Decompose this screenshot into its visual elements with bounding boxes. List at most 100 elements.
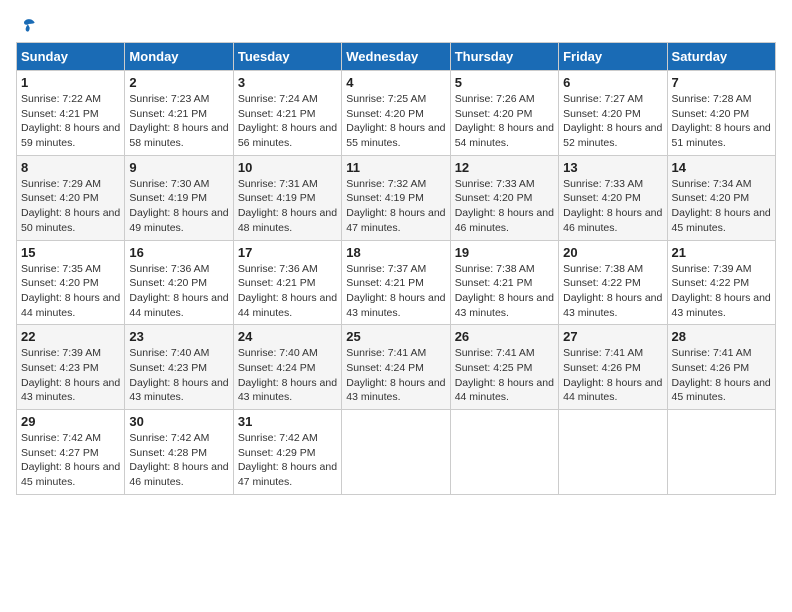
calendar-cell: 12 Sunrise: 7:33 AM Sunset: 4:20 PM Dayl… bbox=[450, 155, 558, 240]
day-number: 8 bbox=[21, 160, 120, 175]
calendar-cell bbox=[342, 410, 450, 495]
day-info: Sunrise: 7:29 AM Sunset: 4:20 PM Dayligh… bbox=[21, 177, 120, 236]
day-info: Sunrise: 7:41 AM Sunset: 4:26 PM Dayligh… bbox=[563, 346, 662, 405]
day-number: 4 bbox=[346, 75, 445, 90]
calendar-cell: 26 Sunrise: 7:41 AM Sunset: 4:25 PM Dayl… bbox=[450, 325, 558, 410]
day-number: 17 bbox=[238, 245, 337, 260]
day-info: Sunrise: 7:33 AM Sunset: 4:20 PM Dayligh… bbox=[455, 177, 554, 236]
logo bbox=[16, 16, 38, 32]
day-info: Sunrise: 7:42 AM Sunset: 4:28 PM Dayligh… bbox=[129, 431, 228, 490]
day-number: 25 bbox=[346, 329, 445, 344]
calendar-cell bbox=[559, 410, 667, 495]
calendar-table: SundayMondayTuesdayWednesdayThursdayFrid… bbox=[16, 42, 776, 495]
day-number: 29 bbox=[21, 414, 120, 429]
day-number: 14 bbox=[672, 160, 771, 175]
day-number: 12 bbox=[455, 160, 554, 175]
weekday-header: Monday bbox=[125, 43, 233, 71]
calendar-cell: 8 Sunrise: 7:29 AM Sunset: 4:20 PM Dayli… bbox=[17, 155, 125, 240]
day-info: Sunrise: 7:32 AM Sunset: 4:19 PM Dayligh… bbox=[346, 177, 445, 236]
day-number: 28 bbox=[672, 329, 771, 344]
day-number: 3 bbox=[238, 75, 337, 90]
day-number: 5 bbox=[455, 75, 554, 90]
logo-bird-icon bbox=[18, 16, 38, 36]
day-number: 13 bbox=[563, 160, 662, 175]
calendar-cell: 4 Sunrise: 7:25 AM Sunset: 4:20 PM Dayli… bbox=[342, 71, 450, 156]
calendar-cell: 16 Sunrise: 7:36 AM Sunset: 4:20 PM Dayl… bbox=[125, 240, 233, 325]
day-info: Sunrise: 7:25 AM Sunset: 4:20 PM Dayligh… bbox=[346, 92, 445, 151]
day-info: Sunrise: 7:28 AM Sunset: 4:20 PM Dayligh… bbox=[672, 92, 771, 151]
calendar-cell: 30 Sunrise: 7:42 AM Sunset: 4:28 PM Dayl… bbox=[125, 410, 233, 495]
calendar-cell: 25 Sunrise: 7:41 AM Sunset: 4:24 PM Dayl… bbox=[342, 325, 450, 410]
page-header bbox=[16, 16, 776, 32]
calendar-cell: 13 Sunrise: 7:33 AM Sunset: 4:20 PM Dayl… bbox=[559, 155, 667, 240]
calendar-cell: 21 Sunrise: 7:39 AM Sunset: 4:22 PM Dayl… bbox=[667, 240, 775, 325]
day-number: 10 bbox=[238, 160, 337, 175]
calendar-cell: 28 Sunrise: 7:41 AM Sunset: 4:26 PM Dayl… bbox=[667, 325, 775, 410]
calendar-cell bbox=[667, 410, 775, 495]
day-number: 20 bbox=[563, 245, 662, 260]
day-info: Sunrise: 7:41 AM Sunset: 4:24 PM Dayligh… bbox=[346, 346, 445, 405]
weekday-header: Tuesday bbox=[233, 43, 341, 71]
day-info: Sunrise: 7:22 AM Sunset: 4:21 PM Dayligh… bbox=[21, 92, 120, 151]
day-number: 11 bbox=[346, 160, 445, 175]
calendar-cell: 31 Sunrise: 7:42 AM Sunset: 4:29 PM Dayl… bbox=[233, 410, 341, 495]
weekday-header: Sunday bbox=[17, 43, 125, 71]
day-number: 2 bbox=[129, 75, 228, 90]
day-info: Sunrise: 7:42 AM Sunset: 4:27 PM Dayligh… bbox=[21, 431, 120, 490]
day-info: Sunrise: 7:23 AM Sunset: 4:21 PM Dayligh… bbox=[129, 92, 228, 151]
calendar-cell: 29 Sunrise: 7:42 AM Sunset: 4:27 PM Dayl… bbox=[17, 410, 125, 495]
calendar-week-row: 22 Sunrise: 7:39 AM Sunset: 4:23 PM Dayl… bbox=[17, 325, 776, 410]
calendar-cell: 3 Sunrise: 7:24 AM Sunset: 4:21 PM Dayli… bbox=[233, 71, 341, 156]
calendar-cell: 17 Sunrise: 7:36 AM Sunset: 4:21 PM Dayl… bbox=[233, 240, 341, 325]
calendar-cell: 20 Sunrise: 7:38 AM Sunset: 4:22 PM Dayl… bbox=[559, 240, 667, 325]
day-number: 26 bbox=[455, 329, 554, 344]
day-info: Sunrise: 7:26 AM Sunset: 4:20 PM Dayligh… bbox=[455, 92, 554, 151]
day-info: Sunrise: 7:38 AM Sunset: 4:21 PM Dayligh… bbox=[455, 262, 554, 321]
day-info: Sunrise: 7:40 AM Sunset: 4:24 PM Dayligh… bbox=[238, 346, 337, 405]
day-number: 15 bbox=[21, 245, 120, 260]
calendar-cell: 24 Sunrise: 7:40 AM Sunset: 4:24 PM Dayl… bbox=[233, 325, 341, 410]
day-info: Sunrise: 7:38 AM Sunset: 4:22 PM Dayligh… bbox=[563, 262, 662, 321]
calendar-week-row: 15 Sunrise: 7:35 AM Sunset: 4:20 PM Dayl… bbox=[17, 240, 776, 325]
weekday-header: Thursday bbox=[450, 43, 558, 71]
calendar-week-row: 29 Sunrise: 7:42 AM Sunset: 4:27 PM Dayl… bbox=[17, 410, 776, 495]
day-number: 23 bbox=[129, 329, 228, 344]
day-info: Sunrise: 7:36 AM Sunset: 4:21 PM Dayligh… bbox=[238, 262, 337, 321]
calendar-header-row: SundayMondayTuesdayWednesdayThursdayFrid… bbox=[17, 43, 776, 71]
calendar-cell: 22 Sunrise: 7:39 AM Sunset: 4:23 PM Dayl… bbox=[17, 325, 125, 410]
day-number: 9 bbox=[129, 160, 228, 175]
day-info: Sunrise: 7:33 AM Sunset: 4:20 PM Dayligh… bbox=[563, 177, 662, 236]
calendar-cell: 7 Sunrise: 7:28 AM Sunset: 4:20 PM Dayli… bbox=[667, 71, 775, 156]
day-info: Sunrise: 7:27 AM Sunset: 4:20 PM Dayligh… bbox=[563, 92, 662, 151]
calendar-cell: 2 Sunrise: 7:23 AM Sunset: 4:21 PM Dayli… bbox=[125, 71, 233, 156]
weekday-header: Saturday bbox=[667, 43, 775, 71]
calendar-cell: 23 Sunrise: 7:40 AM Sunset: 4:23 PM Dayl… bbox=[125, 325, 233, 410]
day-number: 21 bbox=[672, 245, 771, 260]
day-info: Sunrise: 7:41 AM Sunset: 4:26 PM Dayligh… bbox=[672, 346, 771, 405]
day-number: 6 bbox=[563, 75, 662, 90]
day-number: 30 bbox=[129, 414, 228, 429]
day-number: 24 bbox=[238, 329, 337, 344]
calendar-cell: 9 Sunrise: 7:30 AM Sunset: 4:19 PM Dayli… bbox=[125, 155, 233, 240]
calendar-week-row: 8 Sunrise: 7:29 AM Sunset: 4:20 PM Dayli… bbox=[17, 155, 776, 240]
day-info: Sunrise: 7:39 AM Sunset: 4:22 PM Dayligh… bbox=[672, 262, 771, 321]
day-number: 31 bbox=[238, 414, 337, 429]
day-number: 18 bbox=[346, 245, 445, 260]
calendar-cell: 6 Sunrise: 7:27 AM Sunset: 4:20 PM Dayli… bbox=[559, 71, 667, 156]
day-number: 1 bbox=[21, 75, 120, 90]
calendar-cell: 10 Sunrise: 7:31 AM Sunset: 4:19 PM Dayl… bbox=[233, 155, 341, 240]
calendar-cell bbox=[450, 410, 558, 495]
day-info: Sunrise: 7:41 AM Sunset: 4:25 PM Dayligh… bbox=[455, 346, 554, 405]
calendar-cell: 1 Sunrise: 7:22 AM Sunset: 4:21 PM Dayli… bbox=[17, 71, 125, 156]
calendar-week-row: 1 Sunrise: 7:22 AM Sunset: 4:21 PM Dayli… bbox=[17, 71, 776, 156]
calendar-cell: 19 Sunrise: 7:38 AM Sunset: 4:21 PM Dayl… bbox=[450, 240, 558, 325]
day-info: Sunrise: 7:36 AM Sunset: 4:20 PM Dayligh… bbox=[129, 262, 228, 321]
weekday-header: Friday bbox=[559, 43, 667, 71]
calendar-cell: 15 Sunrise: 7:35 AM Sunset: 4:20 PM Dayl… bbox=[17, 240, 125, 325]
day-info: Sunrise: 7:42 AM Sunset: 4:29 PM Dayligh… bbox=[238, 431, 337, 490]
day-number: 22 bbox=[21, 329, 120, 344]
day-info: Sunrise: 7:34 AM Sunset: 4:20 PM Dayligh… bbox=[672, 177, 771, 236]
calendar-cell: 18 Sunrise: 7:37 AM Sunset: 4:21 PM Dayl… bbox=[342, 240, 450, 325]
day-info: Sunrise: 7:31 AM Sunset: 4:19 PM Dayligh… bbox=[238, 177, 337, 236]
day-number: 16 bbox=[129, 245, 228, 260]
